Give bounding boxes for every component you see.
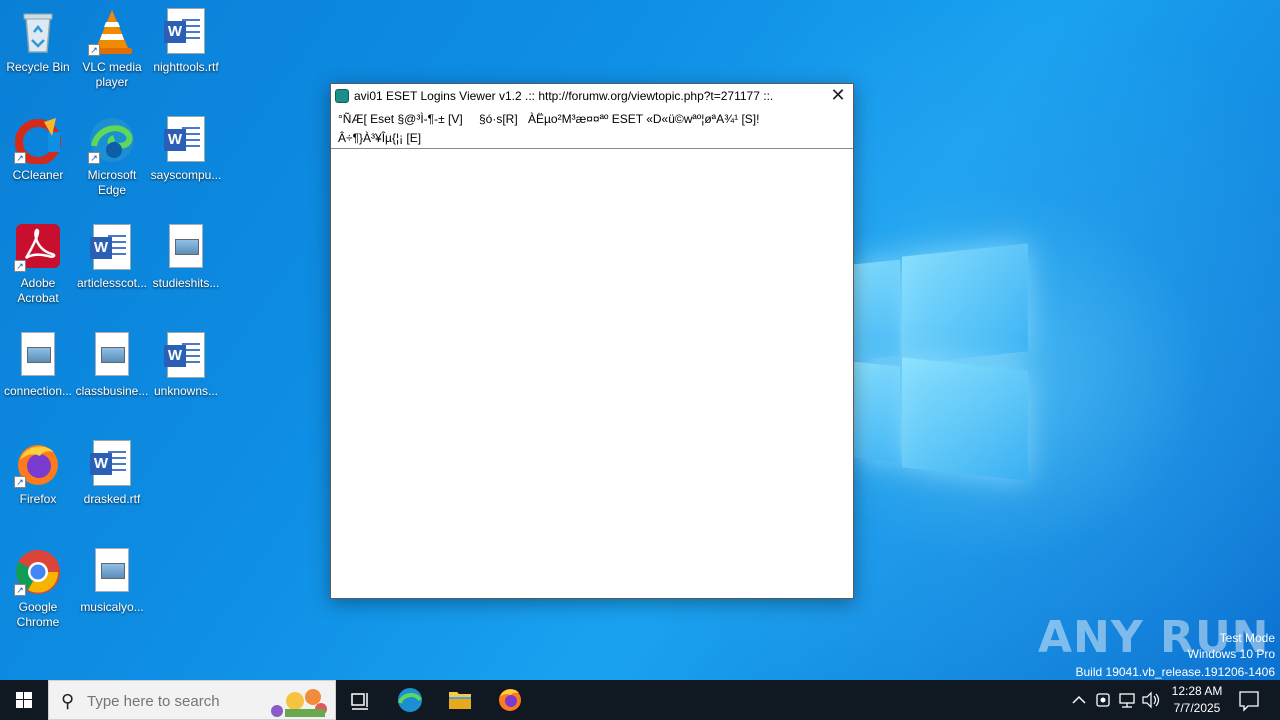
desktop-icon-label: Microsoft Edge [87, 168, 137, 197]
window-titlebar[interactable]: avi01 ESET Logins Viewer v1.2 .:: http:/… [331, 84, 853, 108]
tray-app-button[interactable] [1092, 680, 1114, 720]
clock-date: 7/7/2025 [1173, 701, 1221, 715]
desktop-icon-label: sayscompu... [150, 168, 222, 182]
start-button[interactable] [0, 680, 48, 720]
desktop-icon-label: Recycle Bin [6, 60, 70, 74]
word-doc-icon: W [162, 116, 210, 164]
folder-icon [449, 692, 471, 709]
eset-logins-viewer-window[interactable]: avi01 ESET Logins Viewer v1.2 .:: http:/… [330, 83, 854, 599]
desktop-icon-vlc[interactable]: ↗ VLC media player [74, 8, 150, 90]
desktop-icon-label: CCleaner [12, 168, 64, 182]
desktop-icon-label: unknowns... [153, 384, 219, 398]
desktop-icon-classbusine[interactable]: classbusine... [74, 332, 150, 399]
tray-app-icon [1096, 693, 1110, 707]
taskbar-clock[interactable]: 12:28 AM 7/7/2025 [1160, 683, 1234, 717]
notification-icon [1239, 691, 1259, 712]
shortcut-arrow-icon: ↗ [88, 152, 100, 164]
desktop-icon-label: nighttools.rtf [153, 60, 219, 74]
network-button[interactable] [1116, 680, 1138, 720]
recycle-bin-icon [14, 8, 62, 56]
test-mode-label: Test Mode [1219, 631, 1275, 645]
shortcut-arrow-icon: ↗ [14, 260, 26, 272]
desktop-icon-sayscompu[interactable]: W sayscompu... [148, 116, 224, 183]
shortcut-arrow-icon: ↗ [88, 44, 100, 56]
desktop-icon-connection[interactable]: connection... [0, 332, 76, 399]
desktop-icon-firefox[interactable]: ↗ Firefox [0, 440, 76, 507]
ccleaner-icon: ↗ [14, 116, 62, 165]
chevron-up-icon [1072, 695, 1086, 704]
show-hidden-icons-button[interactable] [1068, 680, 1090, 720]
desktop-icon-articlesscot[interactable]: W articlesscot... [74, 224, 150, 291]
desktop-icon-label: articlesscot... [76, 276, 148, 290]
clock-time: 12:28 AM [1171, 684, 1223, 698]
desktop-icon-label: Adobe Acrobat [17, 276, 59, 305]
word-doc-icon: W [162, 332, 210, 380]
vlc-icon: ↗ [88, 8, 136, 56]
desktop-icon-studieshits[interactable]: studieshits... [148, 224, 224, 291]
shortcut-arrow-icon: ↗ [14, 476, 26, 488]
menu-item-check-servers[interactable]: ÀËµo²M³æ¤¤ªº ESET «D«ü©wªº¦øªA¾¹ [S]! [528, 112, 759, 126]
menu-bar: °ÑÆ[ Eset §@³Ì-¶-± [V] §ó·s[R] ÀËµo²M³æ¤… [331, 108, 853, 146]
desktop-icon-label: Google Chrome [16, 600, 60, 629]
close-button[interactable]: ✕ [823, 84, 853, 108]
menu-item-search-eset[interactable]: °ÑÆ[ Eset §@³Ì-¶-± [V] [338, 112, 463, 126]
word-doc-icon: W [88, 440, 136, 488]
desktop-icon-recycle-bin[interactable]: Recycle Bin [0, 8, 76, 75]
image-file-icon [88, 332, 136, 380]
image-file-icon [162, 224, 210, 272]
taskbar: ⚲ 12:28 AM 7/7/2025 [0, 680, 1280, 720]
image-file-icon [88, 548, 136, 596]
desktop-icon-label: studieshits... [152, 276, 220, 290]
desktop-icon-musicalyo[interactable]: musicalyo... [74, 548, 150, 615]
windows-wallpaper-logo [846, 240, 1031, 481]
volume-button[interactable] [1140, 680, 1162, 720]
search-icon: ⚲ [61, 691, 75, 711]
chrome-icon: ↗ [14, 548, 62, 596]
desktop-icon-label: Firefox [19, 492, 57, 506]
menu-item-refresh[interactable]: §ó·s[R] [479, 112, 518, 126]
speaker-icon [1142, 691, 1160, 709]
search-highlight-flowers-icon [271, 689, 327, 717]
task-view-button[interactable] [336, 680, 384, 720]
taskbar-firefox-button[interactable] [486, 680, 534, 720]
menu-item-exit[interactable]: Â÷¶}À³¥Îµ{¦¡ [E] [338, 131, 421, 145]
taskbar-file-explorer-button[interactable] [436, 680, 484, 720]
taskbar-search[interactable]: ⚲ [48, 680, 336, 720]
shortcut-arrow-icon: ↗ [14, 584, 26, 596]
firefox-icon: ↗ [14, 440, 62, 488]
edge-icon: ↗ [88, 116, 136, 164]
edge-icon [398, 688, 422, 712]
network-icon [1119, 693, 1135, 708]
acrobat-icon: ↗ [14, 224, 62, 272]
window-title: avi01 ESET Logins Viewer v1.2 .:: http:/… [354, 89, 774, 103]
desktop-icon-label: classbusine... [75, 384, 149, 398]
word-doc-icon: W [162, 8, 210, 56]
desktop-icon-nighttools[interactable]: W nighttools.rtf [148, 8, 224, 75]
taskbar-edge-button[interactable] [386, 680, 434, 720]
desktop-icon-chrome[interactable]: ↗ Google Chrome [0, 548, 76, 630]
desktop-icon-label: drasked.rtf [83, 492, 141, 506]
desktop-icon-label: VLC media player [82, 60, 142, 89]
results-pane[interactable] [331, 148, 853, 598]
task-view-icon [351, 693, 368, 710]
search-input[interactable] [87, 691, 267, 711]
desktop-icon-ccleaner[interactable]: ↗ CCleaner [0, 116, 76, 183]
desktop-icon-edge[interactable]: ↗ Microsoft Edge [74, 116, 150, 198]
build-label: Build 19041.vb_release.191206-1406 [1075, 665, 1276, 679]
windows-edition-label: Windows 10 Pro [1187, 647, 1275, 661]
app-icon [335, 89, 349, 103]
desktop-icon-label: musicalyo... [80, 600, 144, 614]
desktop-icon-label: connection... [3, 384, 73, 398]
shortcut-arrow-icon: ↗ [14, 152, 26, 164]
word-doc-icon: W [88, 224, 136, 272]
windows-start-icon [16, 692, 32, 708]
firefox-icon [499, 689, 521, 711]
action-center-button[interactable] [1234, 680, 1264, 720]
desktop-icon-acrobat[interactable]: ↗ Adobe Acrobat [0, 224, 76, 306]
desktop-icon-drasked[interactable]: W drasked.rtf [74, 440, 150, 507]
image-file-icon [14, 332, 62, 380]
desktop-icon-unknowns[interactable]: W unknowns... [148, 332, 224, 399]
